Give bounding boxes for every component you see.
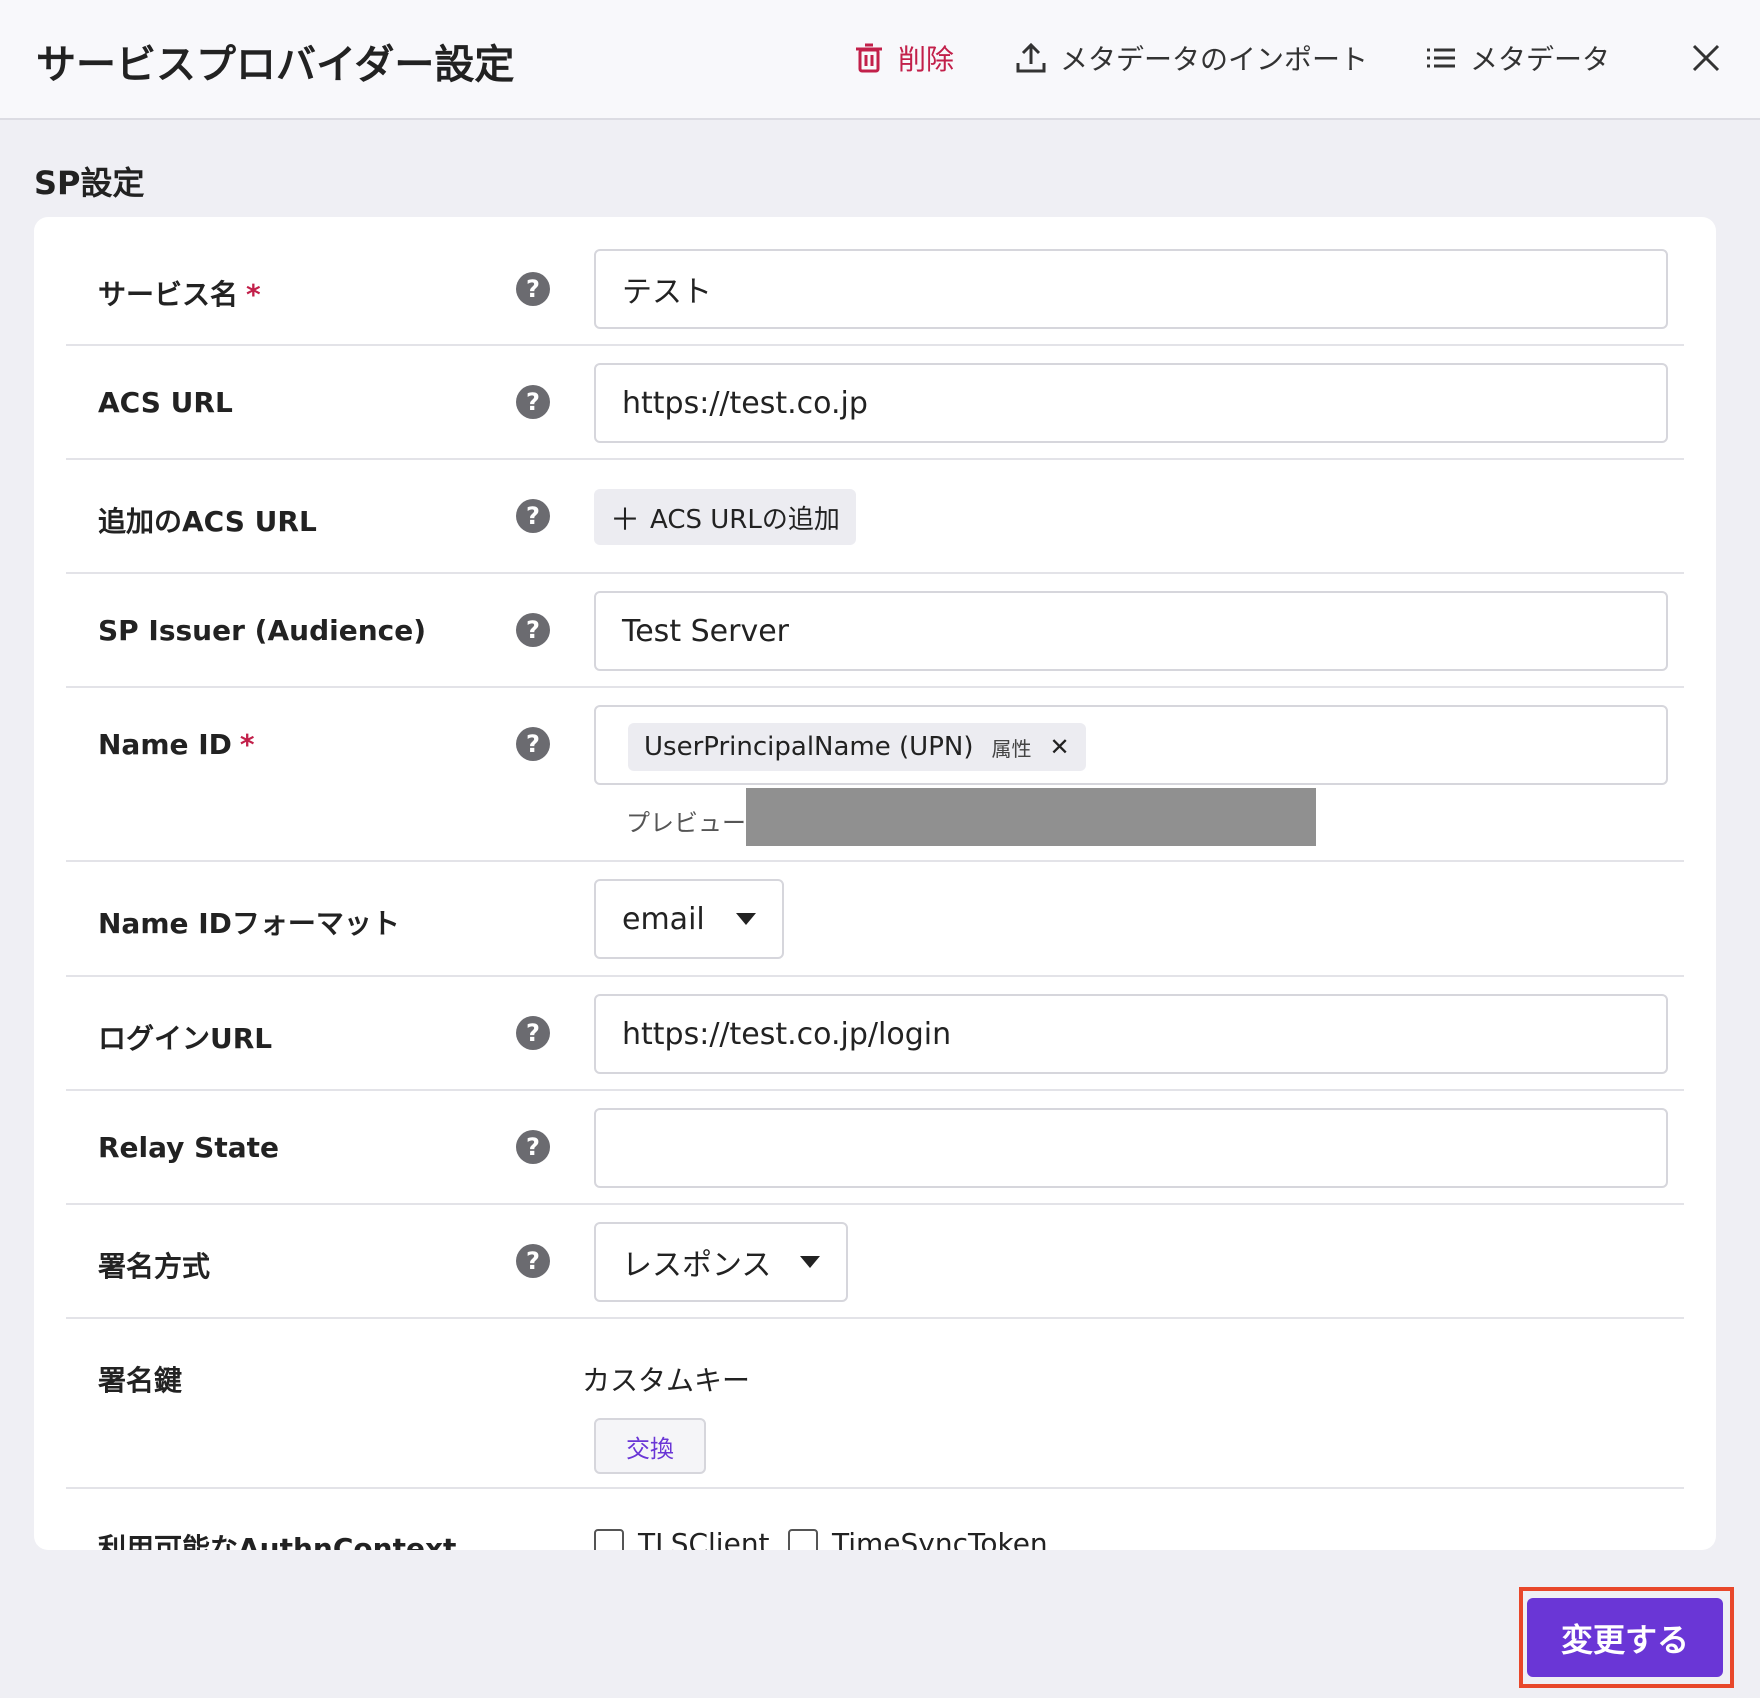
- authn-option-label: TLSClient: [638, 1527, 770, 1550]
- delete-label: 削除: [898, 43, 955, 76]
- section-title: SP設定: [34, 164, 145, 202]
- name-id-format-value: email: [622, 901, 705, 937]
- row-name-id: Name ID * ? UserPrincipalName (UPN) 属性 ✕ …: [66, 688, 1684, 862]
- help-icon[interactable]: ?: [516, 272, 550, 306]
- help-icon[interactable]: ?: [516, 727, 550, 761]
- row-acs-url: ACS URL ? https://test.co.jp: [66, 346, 1684, 460]
- list-icon: [1427, 48, 1455, 68]
- authn-option-label: TimeSyncToken: [832, 1527, 1048, 1550]
- login-url-input[interactable]: https://test.co.jp/login: [594, 994, 1668, 1074]
- import-metadata-button[interactable]: メタデータのインポート: [1014, 36, 1368, 80]
- chip-label: UserPrincipalName (UPN): [644, 732, 974, 762]
- help-icon[interactable]: ?: [516, 1244, 550, 1278]
- checkbox[interactable]: [594, 1528, 624, 1550]
- page-title: サービスプロバイダー設定: [36, 42, 515, 88]
- required-mark: *: [246, 278, 261, 311]
- relay-state-input[interactable]: [594, 1108, 1668, 1188]
- row-relay-state: Relay State ?: [66, 1091, 1684, 1205]
- help-icon[interactable]: ?: [516, 385, 550, 419]
- name-id-input[interactable]: UserPrincipalName (UPN) 属性 ✕: [594, 705, 1668, 785]
- service-name-label: サービス名 *: [98, 273, 261, 313]
- preview-redacted: [746, 788, 1316, 846]
- sp-issuer-input[interactable]: Test Server: [594, 591, 1668, 671]
- acs-url-input[interactable]: https://test.co.jp: [594, 363, 1668, 443]
- submit-button[interactable]: 変更する: [1527, 1598, 1723, 1677]
- help-icon[interactable]: ?: [516, 613, 550, 647]
- required-mark: *: [239, 728, 255, 761]
- add-acs-url-label: ACS URLの追加: [650, 504, 840, 535]
- dialog-header: サービスプロバイダー設定 削除 メタデータのインポート メタデータ: [0, 0, 1760, 120]
- chevron-down-icon: [736, 913, 756, 925]
- preview-label: プレビュー:: [626, 809, 755, 837]
- row-sign-key: 署名鍵 カスタムキー 交換: [66, 1319, 1684, 1489]
- sign-method-label: 署名方式: [98, 1250, 211, 1283]
- checkbox[interactable]: [788, 1528, 818, 1550]
- help-icon[interactable]: ?: [516, 1130, 550, 1164]
- sign-method-value: レスポンス: [622, 1248, 772, 1283]
- row-login-url: ログインURL ? https://test.co.jp/login: [66, 977, 1684, 1091]
- row-sign-method: 署名方式 ? レスポンス: [66, 1205, 1684, 1319]
- service-name-input[interactable]: テスト: [594, 249, 1668, 329]
- exchange-key-button[interactable]: 交換: [594, 1418, 706, 1474]
- metadata-button[interactable]: メタデータ: [1424, 36, 1610, 80]
- name-id-format-label: Name IDフォーマット: [98, 907, 400, 940]
- row-name-id-format: Name IDフォーマット email: [66, 862, 1684, 977]
- sp-issuer-label: SP Issuer (Audience): [98, 614, 427, 647]
- metadata-label: メタデータ: [1470, 43, 1611, 76]
- authn-context-label: 利用可能なAuthnContext: [98, 1532, 457, 1550]
- service-name-label-text: サービス名: [98, 278, 239, 311]
- remove-chip-icon[interactable]: ✕: [1049, 733, 1069, 761]
- acs-url-label: ACS URL: [98, 386, 233, 419]
- additional-acs-label: 追加のACS URL: [98, 505, 317, 538]
- plus-icon: ＋: [610, 503, 640, 538]
- help-icon[interactable]: ?: [516, 499, 550, 533]
- import-metadata-label: メタデータのインポート: [1060, 43, 1369, 76]
- name-id-format-select[interactable]: email: [594, 879, 784, 959]
- login-url-label: ログインURL: [98, 1022, 273, 1055]
- row-authn-context: 利用可能なAuthnContext TLSClient TimeSyncToke…: [66, 1489, 1684, 1550]
- sign-key-label: 署名鍵: [98, 1364, 183, 1397]
- relay-state-label: Relay State: [98, 1131, 280, 1164]
- sp-settings-card: サービス名 * ? テスト ACS URL ? https://test.co.j…: [34, 217, 1716, 1550]
- sign-method-select[interactable]: レスポンス: [594, 1222, 848, 1302]
- upload-icon: [1016, 42, 1046, 73]
- chevron-down-icon: [800, 1256, 820, 1268]
- name-id-label-text: Name ID: [98, 728, 232, 761]
- add-acs-url-button[interactable]: ＋ ACS URLの追加: [594, 489, 856, 545]
- authn-option-tlsclient[interactable]: TLSClient: [594, 1527, 770, 1550]
- row-service-name: サービス名 * ? テスト: [66, 217, 1684, 346]
- row-additional-acs: 追加のACS URL ? ＋ ACS URLの追加: [66, 460, 1684, 574]
- chip-sub-label: 属性: [991, 736, 1032, 761]
- delete-button[interactable]: 削除: [852, 36, 954, 80]
- authn-option-timesynctoken[interactable]: TimeSyncToken: [788, 1527, 1048, 1550]
- row-sp-issuer: SP Issuer (Audience) ? Test Server: [66, 574, 1684, 688]
- name-id-label: Name ID *: [98, 728, 255, 761]
- name-id-chip: UserPrincipalName (UPN) 属性 ✕: [628, 723, 1086, 771]
- help-icon[interactable]: ?: [516, 1016, 550, 1050]
- trash-icon: [856, 43, 882, 73]
- sign-key-value: カスタムキー: [582, 1364, 751, 1397]
- close-icon[interactable]: [1688, 40, 1724, 76]
